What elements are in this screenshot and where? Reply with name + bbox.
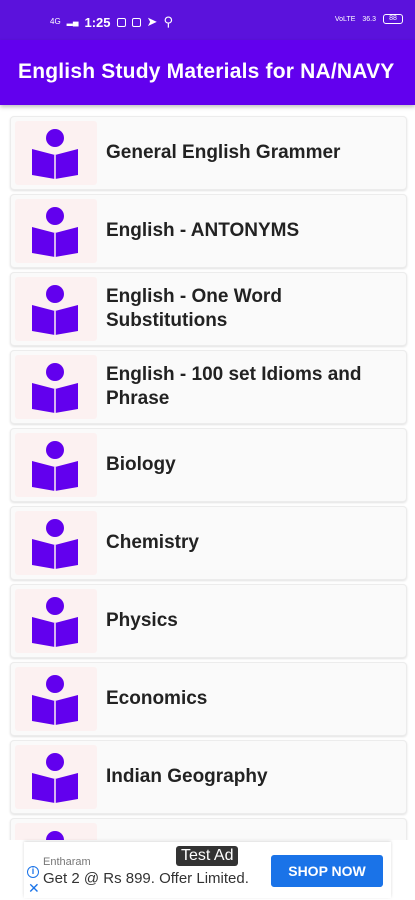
signal-icon: 4G — [50, 17, 61, 26]
reading-person-icon — [15, 745, 97, 809]
reading-person-icon — [15, 589, 97, 653]
app-icon — [131, 17, 141, 27]
shop-now-button[interactable]: SHOP NOW — [271, 855, 383, 887]
item-label: English - One Word Substitutions — [106, 286, 282, 331]
reading-person-icon — [15, 355, 97, 419]
reading-person-icon — [15, 433, 97, 497]
item-label: General English Grammer — [106, 142, 341, 163]
item-label: Chemistry — [106, 532, 199, 553]
battery-level: 88 — [389, 15, 397, 22]
close-icon[interactable]: ✕ — [28, 880, 40, 897]
list-item[interactable] — [10, 818, 407, 840]
list-item[interactable]: English - 100 set Idioms and Phrase — [10, 350, 407, 424]
reading-person-icon — [15, 667, 97, 731]
status-time: 1:25 — [84, 14, 111, 30]
reading-person-icon — [15, 511, 97, 575]
ad-brand: Entharam — [43, 856, 91, 868]
app-title: English Study Materials for NA/NAVY — [18, 60, 395, 83]
wifi-bars-icon: ▂▄ — [66, 17, 79, 26]
list-item[interactable]: Biology — [10, 428, 407, 502]
net-speed: 36.3 — [362, 15, 376, 23]
item-label: Biology — [106, 454, 176, 475]
list-item[interactable]: English - ANTONYMS — [10, 194, 407, 268]
list-item[interactable]: Physics — [10, 584, 407, 658]
status-bar: 4G ▂▄ 1:25 ➤ ⚲ VoLTE 36.3 88 — [0, 0, 415, 40]
reading-person-icon — [15, 121, 97, 185]
battery-icon: 88 — [383, 14, 403, 24]
ad-text: Get 2 @ Rs 899. Offer Limited. — [43, 870, 249, 887]
item-label: English - ANTONYMS — [106, 220, 300, 241]
reading-person-icon — [15, 199, 97, 263]
item-label — [106, 819, 396, 840]
list-item[interactable]: Economics — [10, 662, 407, 736]
facebook-icon — [116, 17, 126, 27]
list-item[interactable]: Chemistry — [10, 506, 407, 580]
volte-icon: VoLTE — [334, 15, 356, 23]
info-icon[interactable]: i — [27, 866, 39, 878]
reading-person-icon — [15, 823, 97, 840]
list-item[interactable]: English - One Word Substitutions — [10, 272, 407, 346]
list-item[interactable]: General English Grammer — [10, 116, 407, 190]
reading-person-icon — [15, 277, 97, 341]
test-ad-badge: Test Ad — [176, 846, 239, 866]
telegram-icon: ➤ — [146, 14, 158, 29]
item-label: English - 100 set Idioms and Phrase — [106, 364, 362, 409]
item-label: Economics — [106, 688, 208, 709]
materials-list[interactable]: General English Grammer English - ANTONY… — [0, 110, 415, 840]
item-label: Physics — [106, 610, 178, 631]
vpn-icon: ⚲ — [163, 14, 173, 29]
item-label: Indian Geography — [106, 766, 268, 787]
list-item[interactable]: Indian Geography — [10, 740, 407, 814]
ad-banner[interactable]: i ✕ Entharam Get 2 @ Rs 899. Offer Limit… — [24, 842, 391, 898]
app-bar: English Study Materials for NA/NAVY — [0, 40, 415, 105]
